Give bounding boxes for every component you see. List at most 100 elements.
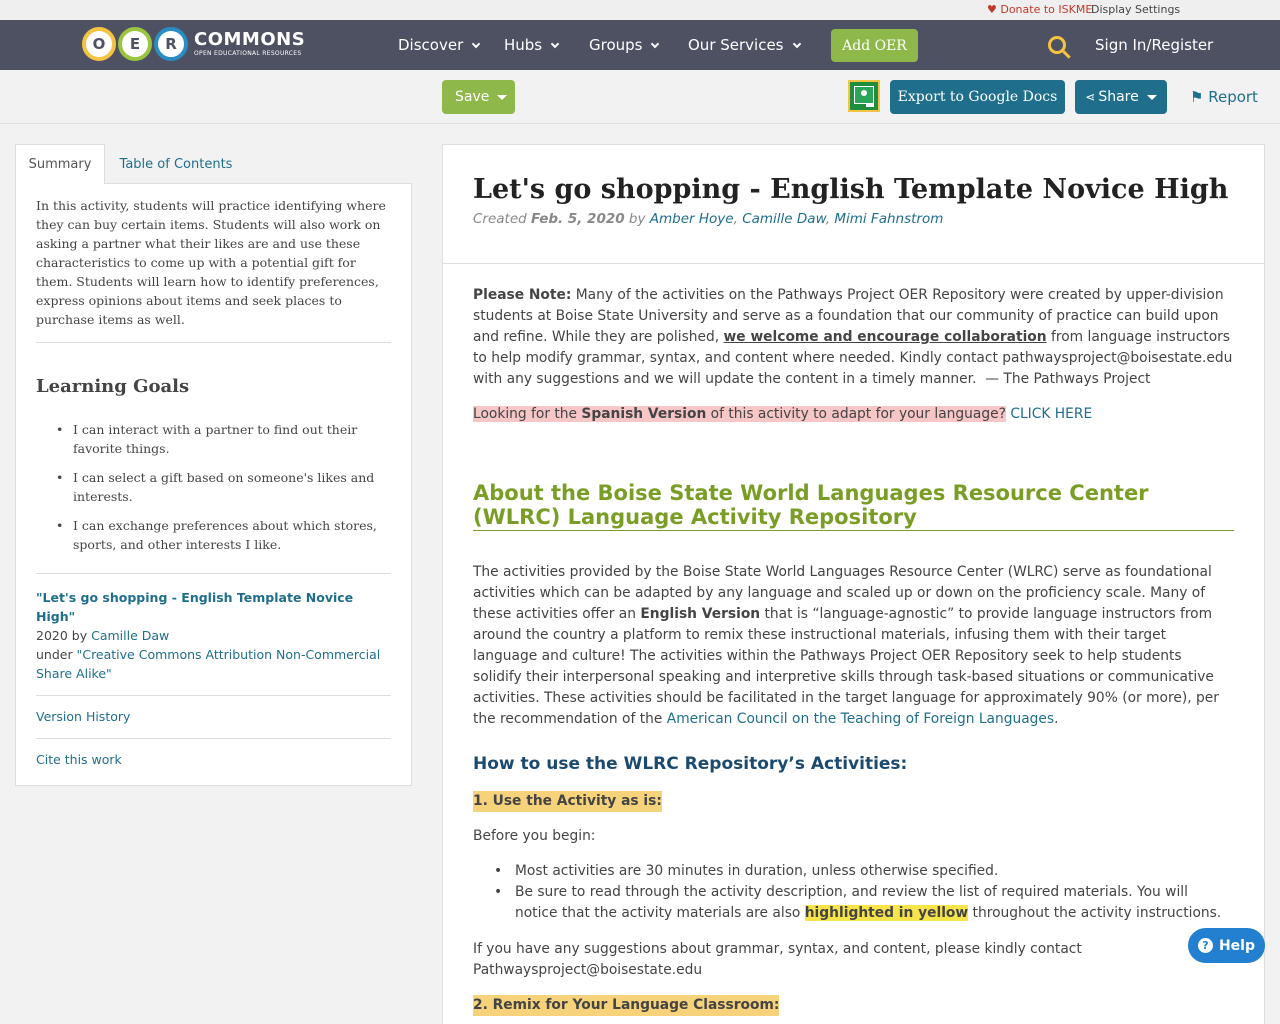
- tab-summary[interactable]: Summary: [15, 144, 105, 184]
- suggestions-paragraph: If you have any suggestions about gramma…: [473, 941, 1082, 978]
- save-button[interactable]: Save: [442, 80, 515, 114]
- about-text-2: that is “language-agnostic” to provide l…: [473, 606, 1219, 727]
- attribution-under: under: [36, 647, 77, 662]
- attribution-title-link[interactable]: "Let's go shopping - English Template No…: [36, 590, 353, 624]
- english-version-bold: English Version: [640, 606, 761, 622]
- logo-letter-r: R: [154, 27, 188, 61]
- chevron-down-icon: [471, 39, 481, 49]
- chevron-down-icon: [792, 39, 801, 49]
- please-note-paragraph: Please Note: Many of the activities on t…: [473, 285, 1234, 390]
- attribution-block: "Let's go shopping - English Template No…: [36, 574, 391, 696]
- spanish-text-2: of this activity to adapt for your langu…: [706, 406, 1006, 422]
- by-label: by: [624, 211, 650, 227]
- logo-tagline: OPEN EDUCATIONAL RESOURCES: [194, 50, 302, 57]
- attribution-author-link[interactable]: Camille Daw: [91, 628, 169, 643]
- actfl-link[interactable]: American Council on the Teaching of Fore…: [667, 711, 1054, 727]
- search-icon[interactable]: [1048, 36, 1066, 54]
- chevron-down-icon: [651, 39, 660, 49]
- spanish-version-highlight: Looking for the Spanish Version of this …: [473, 406, 1006, 422]
- about-paragraph: The activities provided by the Boise Sta…: [473, 562, 1234, 730]
- created-label: Created: [473, 211, 532, 227]
- learning-goal-item: • I can interact with a partner to find o…: [56, 422, 358, 456]
- list-item: • Most activities are 30 minutes in durat…: [494, 863, 999, 879]
- learning-goal-text: I can exchange preferences about which s…: [73, 518, 377, 552]
- learning-goal-item: • I can select a gift based on someone's …: [56, 470, 375, 504]
- share-button[interactable]: ⋖ Share: [1075, 80, 1167, 114]
- learning-goal-text: I can interact with a partner to find ou…: [73, 422, 358, 456]
- nav-discover-label: Discover: [398, 36, 464, 54]
- logo-letter-e: E: [118, 27, 152, 61]
- spanish-text-1: Looking for the: [473, 406, 582, 422]
- save-label: Save: [455, 89, 490, 105]
- created-date: Feb. 5, 2020: [531, 211, 625, 227]
- version-history-link[interactable]: Version History: [36, 709, 130, 724]
- resource-meta: Created Feb. 5, 2020 by Amber Hoye, Cami…: [473, 211, 944, 227]
- donate-link[interactable]: ♥ Donate to ISKME: [987, 3, 1092, 16]
- utility-bar: ♥ Donate to ISKME Display Settings: [0, 0, 1280, 20]
- main-navbar: O E R COMMONS OPEN EDUCATIONAL RESOURCES…: [0, 20, 1280, 70]
- author-link[interactable]: Mimi Fahnstrom: [834, 211, 943, 227]
- list-item: • Be sure to read through the activity de…: [494, 884, 1222, 921]
- sidebar: Summary Table of Contents In this activi…: [15, 144, 412, 786]
- before-list: • Most activities are 30 minutes in durat…: [473, 861, 1234, 924]
- google-classroom-icon[interactable]: [848, 80, 880, 112]
- sign-in-register-link[interactable]: Sign In/Register: [1095, 36, 1213, 54]
- author-link[interactable]: Camille Daw: [742, 211, 826, 227]
- add-oer-button[interactable]: Add OER: [831, 29, 918, 62]
- nav-groups-label: Groups: [589, 36, 643, 54]
- highlighted-in-yellow: highlighted in yellow: [804, 905, 969, 921]
- nav-hubs[interactable]: Hubs: [504, 36, 560, 54]
- attribution-year-by: 2020 by: [36, 628, 92, 643]
- caret-down-icon: [1146, 94, 1157, 100]
- step-2-heading: 2. Remix for Your Language Classroom:: [473, 995, 780, 1016]
- spanish-version-paragraph: Looking for the Spanish Version of this …: [473, 404, 1234, 425]
- summary-text: In this activity, students will practice…: [36, 196, 391, 343]
- caret-down-icon: [497, 94, 508, 100]
- about-end: .: [1054, 711, 1059, 727]
- step-1-heading: 1. Use the Activity as is:: [473, 791, 662, 812]
- step-1-row: 1. Use the Activity as is:: [473, 791, 1234, 812]
- nav-our-services[interactable]: Our Services: [688, 36, 801, 54]
- tab-table-of-contents[interactable]: Table of Contents: [105, 144, 247, 184]
- help-button[interactable]: ? Help: [1188, 928, 1265, 963]
- classroom-base: [866, 104, 874, 107]
- how-to-heading: How to use the WLRC Repository’s Activit…: [473, 754, 908, 774]
- page-title: Let's go shopping - English Template Nov…: [473, 174, 1229, 205]
- nav-groups[interactable]: Groups: [589, 36, 660, 54]
- bullet-2-text-2: throughout the activity instructions.: [968, 905, 1222, 921]
- author-link[interactable]: Amber Hoye: [650, 211, 734, 227]
- please-note-label: Please Note:: [473, 287, 572, 303]
- cite-row: Cite this work: [36, 739, 391, 781]
- display-settings-link[interactable]: Display Settings: [1091, 3, 1180, 16]
- bullet-1-text: Most activities are 30 minutes in durati…: [515, 863, 999, 879]
- logo-word: COMMONS: [194, 29, 306, 50]
- sidebar-tabs: Summary Table of Contents: [15, 144, 412, 184]
- logo-wordmark: COMMONS OPEN EDUCATIONAL RESOURCES: [194, 31, 305, 57]
- classroom-person: [861, 90, 867, 96]
- chevron-down-icon: [550, 39, 560, 49]
- nav-our-services-label: Our Services: [688, 36, 784, 54]
- oer-commons-logo[interactable]: O E R COMMONS OPEN EDUCATIONAL RESOURCES: [82, 26, 305, 62]
- spanish-version-bold: Spanish Version: [581, 406, 707, 422]
- cite-this-work-link[interactable]: Cite this work: [36, 752, 122, 767]
- learning-goal-text: I can select a gift based on someone's l…: [73, 470, 375, 504]
- collaboration-emphasis: we welcome and encourage collaboration: [723, 329, 1047, 345]
- before-you-begin: Before you begin:: [473, 828, 596, 844]
- about-heading: About the Boise State World Languages Re…: [473, 481, 1234, 531]
- step-2-row: 2. Remix for Your Language Classroom:: [473, 995, 1234, 1016]
- resource-header: Let's go shopping - English Template Nov…: [443, 145, 1264, 264]
- learning-goal-item: • I can exchange preferences about which …: [56, 518, 377, 552]
- nav-hubs-label: Hubs: [504, 36, 543, 54]
- resource-main: Let's go shopping - English Template Nov…: [442, 144, 1265, 1024]
- resource-content: Please Note: Many of the activities on t…: [443, 264, 1264, 1016]
- version-history-row: Version History: [36, 696, 391, 739]
- help-icon: ?: [1197, 938, 1213, 953]
- report-button[interactable]: ⚑ Report: [1190, 88, 1258, 106]
- nav-discover[interactable]: Discover: [398, 36, 481, 54]
- click-here-link[interactable]: CLICK HERE: [1010, 406, 1092, 422]
- learning-goals-title: Learning Goals: [36, 376, 190, 397]
- help-label: Help: [1218, 937, 1256, 954]
- summary-panel: In this activity, students will practice…: [15, 183, 412, 786]
- export-google-docs-button[interactable]: Export to Google Docs: [890, 80, 1065, 114]
- license-link[interactable]: "Creative Commons Attribution Non-Commer…: [36, 647, 380, 681]
